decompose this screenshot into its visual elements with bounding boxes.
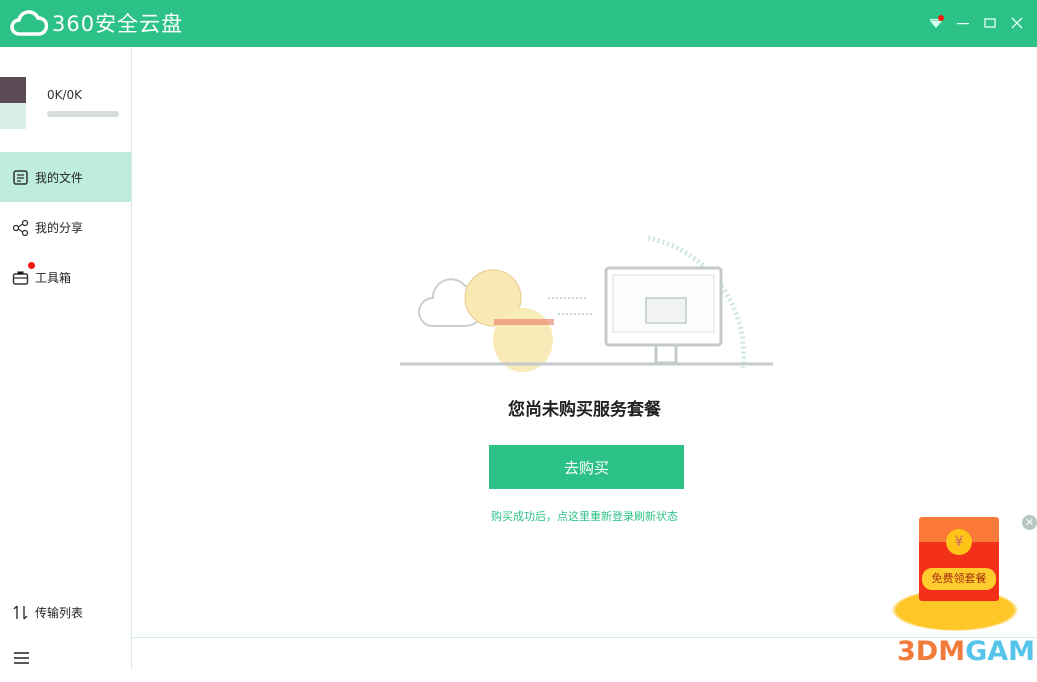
sidebar-item-my-share[interactable]: 我的分享 [0, 202, 131, 252]
maximize-button[interactable] [979, 12, 1001, 34]
quota-text: 0K/0K [47, 88, 83, 102]
file-icon [13, 169, 28, 185]
close-icon [1011, 17, 1023, 29]
sidebar: 0K/0K 我的文件 我的分享 工具箱 传输列表 [0, 47, 132, 669]
refresh-hint: 购买成功后，点这里重新登录刷新状态 [132, 508, 1037, 524]
transfer-list-button[interactable]: 传输列表 [0, 587, 131, 637]
promo-close-button[interactable]: ✕ [1022, 515, 1037, 530]
minimize-icon [957, 23, 969, 25]
yuan-coin-icon: ¥ [946, 529, 972, 555]
sidebar-item-label: 我的分享 [35, 220, 84, 235]
empty-state-title: 您尚未购买服务套餐 [508, 400, 661, 420]
watermark-b: GAME [965, 636, 1037, 667]
sidebar-item-toolbox[interactable]: 工具箱 [0, 252, 131, 302]
notification-badge [28, 262, 35, 269]
sidebar-item-my-files[interactable]: 我的文件 [0, 152, 131, 202]
avatar[interactable] [0, 77, 26, 129]
maximize-icon [984, 18, 996, 28]
watermark-a: 3DM [897, 636, 966, 667]
watermark: 3DMGAME [897, 636, 1037, 667]
buy-button[interactable]: 去购买 [489, 445, 684, 489]
menu-dropdown-icon [930, 15, 944, 28]
minimize-button[interactable] [952, 12, 974, 34]
free-package-promo[interactable]: ¥ 免费领套餐 [919, 517, 999, 601]
toolbox-icon [12, 270, 29, 285]
hint-text: 购买成功后，点这里重新登录 [491, 510, 634, 523]
close-icon: ✕ [1024, 516, 1035, 529]
share-icon [12, 219, 29, 236]
transfer-label: 传输列表 [35, 605, 84, 620]
menu-button[interactable] [925, 12, 947, 34]
title-bar: 360安全云盘 [0, 0, 1037, 47]
cloud-logo-icon [10, 10, 48, 36]
app-title: 360安全云盘 [52, 12, 184, 36]
promo-label: 免费领套餐 [922, 568, 996, 590]
close-button[interactable] [1006, 12, 1028, 34]
hamburger-icon [14, 651, 29, 664]
refresh-status-link[interactable]: 刷新状态 [634, 510, 678, 523]
empty-state-illustration [400, 235, 773, 372]
quota-bar [47, 111, 119, 117]
app-logo: 360安全云盘 [10, 8, 183, 38]
main-menu-button[interactable] [0, 632, 131, 682]
transfer-icon [13, 605, 28, 619]
sidebar-item-label: 工具箱 [35, 270, 72, 285]
sidebar-item-label: 我的文件 [35, 170, 84, 185]
